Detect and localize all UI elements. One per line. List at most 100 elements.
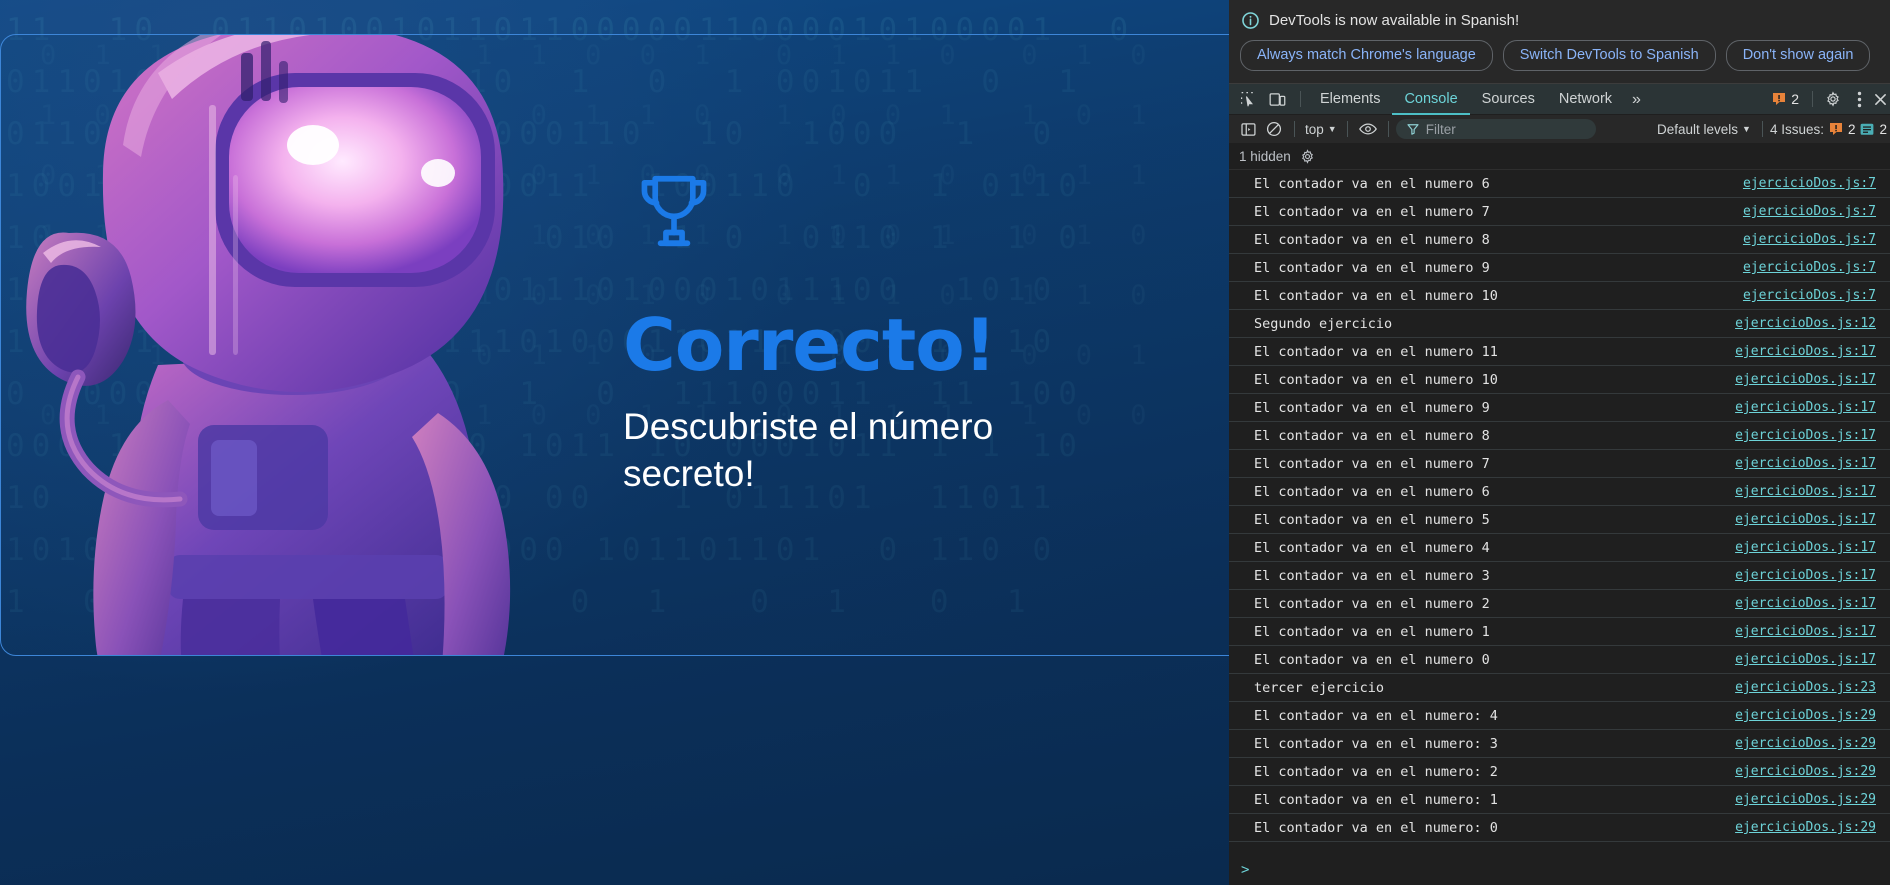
log-levels-dropdown[interactable]: Default levels ▼: [1653, 122, 1755, 137]
console-message-source-link[interactable]: ejercicioDos.js:7: [1743, 176, 1876, 191]
console-message-text: El contador va en el numero 0: [1254, 651, 1490, 668]
console-message-text: El contador va en el numero 6: [1254, 483, 1490, 500]
issues-warning-badge-icon: [1829, 123, 1842, 135]
console-message-source-link[interactable]: ejercicioDos.js:23: [1735, 680, 1876, 695]
console-filter-toolbar: top ▼ Filter Default levels ▼ 4 Issues: …: [1229, 115, 1890, 143]
console-message-row[interactable]: El contador va en el numero 9 ejercicioDo…: [1229, 254, 1890, 282]
console-message-source-link[interactable]: ejercicioDos.js:7: [1743, 204, 1876, 219]
switch-devtools-to-spanish-button[interactable]: Switch DevTools to Spanish: [1502, 40, 1716, 71]
more-tabs-chevron-icon[interactable]: »: [1624, 84, 1647, 115]
clear-console-icon[interactable]: [1261, 117, 1287, 141]
device-toolbar-icon[interactable]: [1264, 88, 1290, 110]
console-message-row[interactable]: El contador va en el numero 9 ejercicioDo…: [1229, 394, 1890, 422]
warning-count-indicator[interactable]: 2: [1766, 91, 1805, 107]
console-message-row[interactable]: El contador va en el numero 3 ejercicioDo…: [1229, 562, 1890, 590]
console-message-text: El contador va en el numero 8: [1254, 231, 1490, 248]
console-message-row[interactable]: El contador va en el numero 0 ejercicioDo…: [1229, 646, 1890, 674]
console-message-row[interactable]: El contador va en el numero: 0 ejercicioD…: [1229, 814, 1890, 842]
info-circle-icon: [1242, 12, 1259, 29]
chevron-down-icon: ▼: [1327, 123, 1337, 134]
console-message-source-link[interactable]: ejercicioDos.js:17: [1735, 596, 1876, 611]
execution-context-selector[interactable]: top ▼: [1302, 122, 1340, 137]
console-message-source-link[interactable]: ejercicioDos.js:17: [1735, 624, 1876, 639]
locale-notification-text: DevTools is now available in Spanish!: [1269, 12, 1520, 29]
console-message-source-link[interactable]: ejercicioDos.js:29: [1735, 736, 1876, 751]
console-message-list[interactable]: El contador va en el numero 6 ejercicioDo…: [1229, 170, 1890, 855]
live-expression-icon[interactable]: [1355, 117, 1381, 141]
console-message-source-link[interactable]: ejercicioDos.js:29: [1735, 764, 1876, 779]
console-message-row[interactable]: El contador va en el numero: 3 ejercicioD…: [1229, 730, 1890, 758]
trophy-icon: [641, 175, 707, 247]
console-message-source-link[interactable]: ejercicioDos.js:29: [1735, 792, 1876, 807]
console-message-source-link[interactable]: ejercicioDos.js:17: [1735, 512, 1876, 527]
console-message-source-link[interactable]: ejercicioDos.js:17: [1735, 484, 1876, 499]
console-message-row[interactable]: tercer ejercicio ejercicioDos.js:23: [1229, 674, 1890, 702]
console-message-source-link[interactable]: ejercicioDos.js:17: [1735, 344, 1876, 359]
console-message-source-link[interactable]: ejercicioDos.js:7: [1743, 288, 1876, 303]
tab-console[interactable]: Console: [1392, 84, 1469, 115]
console-sidebar-icon[interactable]: [1235, 117, 1261, 141]
console-message-row[interactable]: El contador va en el numero 6 ejercicioDo…: [1229, 170, 1890, 198]
console-message-source-link[interactable]: ejercicioDos.js:17: [1735, 372, 1876, 387]
console-message-row[interactable]: El contador va en el numero 2 ejercicioDo…: [1229, 590, 1890, 618]
console-message-row[interactable]: El contador va en el numero 11 ejercicioD…: [1229, 338, 1890, 366]
console-message-row[interactable]: El contador va en el numero 8 ejercicioDo…: [1229, 422, 1890, 450]
console-message-source-link[interactable]: ejercicioDos.js:12: [1735, 316, 1876, 331]
filter-funnel-icon: [1407, 124, 1419, 135]
console-message-source-link[interactable]: ejercicioDos.js:29: [1735, 820, 1876, 835]
console-message-source-link[interactable]: ejercicioDos.js:17: [1735, 428, 1876, 443]
gear-icon[interactable]: [1820, 87, 1846, 111]
tab-elements[interactable]: Elements: [1308, 84, 1392, 115]
console-message-source-link[interactable]: ejercicioDos.js:7: [1743, 232, 1876, 247]
console-message-text: El contador va en el numero 10: [1254, 287, 1498, 304]
console-message-row[interactable]: El contador va en el numero: 4 ejercicioD…: [1229, 702, 1890, 730]
console-message-text: El contador va en el numero 10: [1254, 371, 1498, 388]
console-settings-gear-icon[interactable]: [1300, 148, 1315, 164]
screen-root: 11 10 011010010110110000011000010100001 …: [0, 0, 1890, 885]
issues-info-badge-icon: [1861, 123, 1874, 135]
console-message-row[interactable]: El contador va en el numero 5 ejercicioDo…: [1229, 506, 1890, 534]
console-message-row[interactable]: El contador va en el numero: 1 ejercicioD…: [1229, 786, 1890, 814]
kebab-menu-icon[interactable]: [1846, 87, 1872, 111]
filter-input[interactable]: Filter: [1395, 119, 1596, 139]
devtools-panel: DevTools is now available in Spanish! Al…: [1229, 0, 1890, 885]
console-prompt[interactable]: >: [1229, 855, 1890, 885]
console-message-text: El contador va en el numero 1: [1254, 623, 1490, 640]
console-message-row[interactable]: Segundo ejercicio ejercicioDos.js:12: [1229, 310, 1890, 338]
tab-sources[interactable]: Sources: [1470, 84, 1547, 115]
console-message-row[interactable]: El contador va en el numero 10 ejercicioD…: [1229, 366, 1890, 394]
console-prompt-chevron-icon: >: [1241, 862, 1250, 878]
log-levels-label: Default levels: [1656, 121, 1739, 137]
console-message-text: El contador va en el numero: 1: [1254, 791, 1498, 808]
hidden-messages-row: 1 hidden: [1229, 143, 1890, 170]
console-message-source-link[interactable]: ejercicioDos.js:17: [1735, 456, 1876, 471]
console-message-row[interactable]: El contador va en el numero 4 ejercicioDo…: [1229, 534, 1890, 562]
console-message-text: El contador va en el numero 9: [1254, 399, 1490, 416]
issues-indicator[interactable]: 4 Issues: 2 2: [1770, 122, 1887, 137]
console-message-row[interactable]: El contador va en el numero 6 ejercicioDo…: [1229, 478, 1890, 506]
console-toolbar-divider-3: [1387, 121, 1389, 137]
devtools-tabbar: Elements Console Sources Network » 2: [1229, 84, 1890, 115]
inspect-element-icon[interactable]: [1235, 88, 1261, 110]
console-message-row[interactable]: El contador va en el numero 7 ejercicioDo…: [1229, 450, 1890, 478]
tabbar-divider: [1300, 91, 1301, 107]
tab-network[interactable]: Network: [1547, 84, 1624, 115]
console-message-source-link[interactable]: ejercicioDos.js:17: [1735, 540, 1876, 555]
always-match-chrome-language-button[interactable]: Always match Chrome's language: [1240, 40, 1493, 71]
close-icon[interactable]: [1872, 87, 1888, 111]
console-message-source-link[interactable]: ejercicioDos.js:29: [1735, 708, 1876, 723]
console-message-text: El contador va en el numero 7: [1254, 455, 1490, 472]
console-message-row[interactable]: El contador va en el numero 10 ejercicioD…: [1229, 282, 1890, 310]
console-message-row[interactable]: El contador va en el numero: 2 ejercicioD…: [1229, 758, 1890, 786]
console-message-source-link[interactable]: ejercicioDos.js:7: [1743, 260, 1876, 275]
console-toolbar-divider-4: [1761, 121, 1763, 137]
dont-show-again-button[interactable]: Don't show again: [1725, 40, 1871, 71]
console-message-row[interactable]: El contador va en el numero 7 ejercicioDo…: [1229, 198, 1890, 226]
tabbar-divider-right: [1812, 91, 1813, 107]
console-message-row[interactable]: El contador va en el numero 8 ejercicioDo…: [1229, 226, 1890, 254]
console-message-source-link[interactable]: ejercicioDos.js:17: [1735, 652, 1876, 667]
console-message-source-link[interactable]: ejercicioDos.js:17: [1735, 568, 1876, 583]
console-message-row[interactable]: El contador va en el numero 1 ejercicioDo…: [1229, 618, 1890, 646]
console-message-source-link[interactable]: ejercicioDos.js:17: [1735, 400, 1876, 415]
filter-placeholder: Filter: [1425, 121, 1456, 137]
